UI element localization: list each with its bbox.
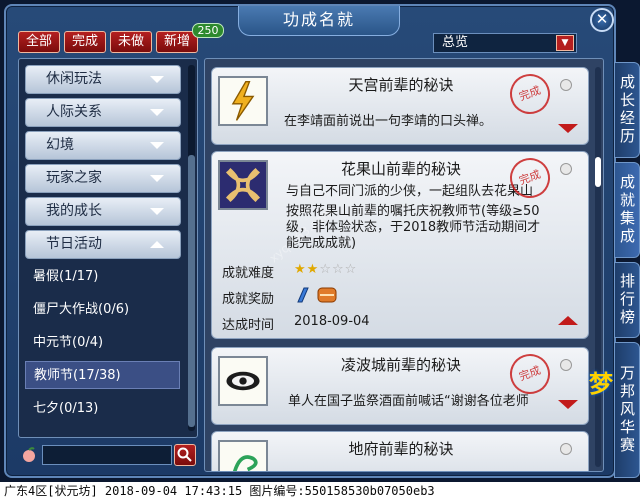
achievement-list: 天宫前辈的秘诀 在李靖面前说出一句李靖的口头禅。 完成 花果山前辈的秘诀 与自己… xyxy=(204,58,604,472)
achievement-desc: 单人在国子监祭酒面前喊话“谢谢各位老师 xyxy=(288,394,529,409)
collapse-toggle[interactable] xyxy=(558,316,578,325)
reward-items-icon[interactable] xyxy=(294,284,342,306)
game-logo: 梦 xyxy=(589,370,613,398)
scrollbar-thumb[interactable] xyxy=(188,155,195,427)
category-label: 节日活动 xyxy=(46,236,102,252)
peach-icon xyxy=(560,359,572,371)
new-count-badge: 250 xyxy=(192,23,224,38)
category-label: 幻境 xyxy=(46,137,74,153)
difficulty-label: 成就难度 xyxy=(222,266,275,281)
star-filled-icon: ★ xyxy=(294,262,307,277)
achievement-desc-line1: 与自己不同门派的少侠，一起组队去花果山 xyxy=(286,184,534,199)
overview-dropdown[interactable]: 总览 ▼ xyxy=(433,33,577,53)
achievement-card[interactable]: 地府前辈的秘诀 xyxy=(211,431,589,471)
subitem-ghost-festival[interactable]: 中元节(0/4) xyxy=(25,329,180,357)
window-title: 功成名就 xyxy=(238,6,400,36)
category-label: 我的成长 xyxy=(46,203,102,219)
chevron-down-icon xyxy=(150,76,164,83)
category-label: 人际关系 xyxy=(46,104,102,120)
reward-label: 成就奖励 xyxy=(222,292,275,307)
category-growth[interactable]: 我的成长 xyxy=(25,197,181,226)
tab-growth-history[interactable]: 成长经历 xyxy=(614,62,640,158)
date-label: 达成时间 xyxy=(222,318,275,333)
star-empty-icon: ☆ xyxy=(331,262,345,277)
filter-new-button[interactable]: 新增 xyxy=(156,31,198,53)
category-leisure[interactable]: 休闲玩法 xyxy=(25,65,181,94)
category-label: 休闲玩法 xyxy=(46,71,102,87)
screenshot-info-bar: 广东4区[状元坊] 2018-09-04 17:43:15 图片编号:55015… xyxy=(0,482,640,500)
achievement-title: 地府前辈的秘诀 xyxy=(348,440,454,458)
achievement-card-expanded[interactable]: 花果山前辈的秘诀 与自己不同门派的少侠，一起组队去花果山 按照花果山前辈的嘱托庆… xyxy=(211,151,589,339)
date-value: 2018-09-04 xyxy=(294,314,370,329)
subitem-summer[interactable]: 暑假(1/17) xyxy=(25,263,180,291)
category-relations[interactable]: 人际关系 xyxy=(25,98,181,127)
star-filled-icon: ★ xyxy=(306,262,320,277)
category-label: 玩家之家 xyxy=(46,170,102,186)
peach-icon xyxy=(23,447,35,462)
list-scrollbar[interactable] xyxy=(595,67,601,467)
category-panel: 休闲玩法 人际关系 幻境 玩家之家 我的成长 节日活动 暑假(1/17) 僵尸大… xyxy=(18,58,198,438)
peach-icon xyxy=(560,443,572,455)
search-icon xyxy=(177,447,192,462)
chevron-down-icon xyxy=(150,208,164,215)
category-home[interactable]: 玩家之家 xyxy=(25,164,181,193)
close-button[interactable]: ✕ xyxy=(590,8,614,32)
chevron-down-icon[interactable]: ▼ xyxy=(556,35,574,51)
star-empty-icon: ☆ xyxy=(344,262,358,277)
scrollbar-thumb[interactable] xyxy=(595,157,601,187)
peach-icon xyxy=(560,79,572,91)
peach-icon xyxy=(560,163,572,175)
expand-toggle[interactable] xyxy=(558,124,578,133)
tab-wanbang-contest[interactable]: 万邦风华赛 xyxy=(614,342,640,478)
chevron-down-icon xyxy=(150,109,164,116)
expand-toggle[interactable] xyxy=(558,400,578,409)
tab-achievement-collection[interactable]: 成就集成 xyxy=(614,162,640,258)
chevron-down-icon xyxy=(150,175,164,182)
category-festival[interactable]: 节日活动 xyxy=(25,230,181,259)
achievement-desc: 在李靖面前说出一句李靖的口头禅。 xyxy=(284,114,493,129)
achievement-card[interactable]: 天宫前辈的秘诀 在李靖面前说出一句李靖的口头禅。 完成 xyxy=(211,67,589,145)
dropdown-selected: 总览 xyxy=(442,35,469,50)
subitem-zombie[interactable]: 僵尸大作战(0/6) xyxy=(25,296,180,324)
filter-undone-button[interactable]: 未做 xyxy=(110,31,152,53)
chevron-up-icon xyxy=(150,241,164,248)
difficulty-stars: ★★☆☆☆ xyxy=(294,262,357,277)
search-button[interactable] xyxy=(174,444,196,466)
star-empty-icon: ☆ xyxy=(319,262,332,277)
category-illusion[interactable]: 幻境 xyxy=(25,131,181,160)
subitem-teachers-day[interactable]: 教师节(17/38) xyxy=(25,361,180,389)
category-scrollbar[interactable] xyxy=(188,65,195,431)
tab-leaderboard[interactable]: 排行榜 xyxy=(614,262,640,338)
search-input[interactable] xyxy=(42,445,172,465)
filter-all-button[interactable]: 全部 xyxy=(18,31,60,53)
chevron-down-icon xyxy=(150,142,164,149)
filter-done-button[interactable]: 完成 xyxy=(64,31,106,53)
subitem-qixi[interactable]: 七夕(0/13) xyxy=(25,395,180,423)
achievement-card[interactable]: 凌波城前辈的秘诀 单人在国子监祭酒面前喊话“谢谢各位老师 完成 xyxy=(211,347,589,425)
